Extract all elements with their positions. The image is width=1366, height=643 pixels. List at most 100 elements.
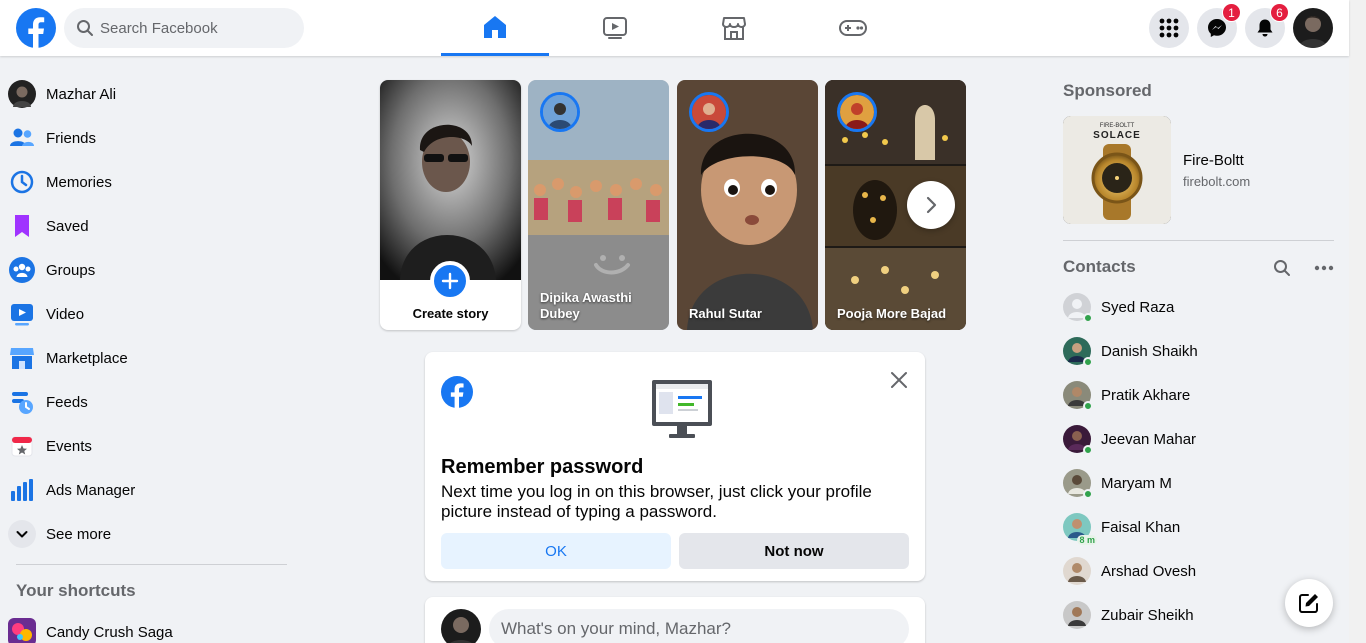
shortcut-candy-crush[interactable]: Candy Crush Saga [8, 610, 278, 643]
create-story-plus-icon[interactable] [430, 261, 470, 301]
grid-menu-icon [1159, 18, 1179, 38]
avatar [1063, 425, 1093, 455]
contact-item[interactable]: Jeevan Mahar [1063, 417, 1333, 461]
candy-crush-icon [8, 618, 36, 643]
messenger-icon [1208, 19, 1226, 37]
contact-item[interactable]: Pratik Akhare [1063, 373, 1333, 417]
ad-brand-text: FIRE-BOLTT [1100, 123, 1135, 129]
search-icon [1274, 260, 1290, 276]
right-divider [1063, 240, 1334, 241]
account-avatar[interactable] [1293, 8, 1333, 48]
close-button[interactable] [887, 368, 911, 392]
tab-gaming[interactable] [799, 0, 907, 56]
sidebar-item-groups[interactable]: Groups [8, 248, 278, 292]
sidebar-item-label: Marketplace [46, 349, 128, 367]
contact-name: Syed Raza [1101, 298, 1175, 316]
story-author-avatar [540, 92, 580, 132]
contacts-search-button[interactable] [1270, 256, 1294, 280]
story-card[interactable]: Rahul Sutar [677, 80, 818, 330]
close-icon [891, 372, 907, 388]
avatar [1063, 469, 1093, 499]
story-author-name: Dipika Awasthi Dubey [540, 290, 632, 321]
sidebar-item-label: See more [46, 525, 112, 543]
home-icon [484, 15, 506, 38]
video-icon [603, 17, 627, 39]
story-author-avatar [689, 92, 729, 132]
gaming-icon [839, 20, 867, 36]
sidebar-item-events[interactable]: Events [8, 424, 278, 468]
groups-icon [8, 256, 36, 284]
notifications-badge: 6 [1270, 3, 1289, 22]
contact-item[interactable]: Syed Raza [1063, 285, 1333, 329]
sidebar-item-memories[interactable]: Memories [8, 160, 278, 204]
avatar [1063, 557, 1091, 585]
remember-password-title: Remember password [441, 456, 644, 478]
sidebar-item-label: Mazhar Ali [46, 85, 117, 103]
ad-product-text: SOLACE [1093, 130, 1141, 141]
avatar [1063, 293, 1093, 323]
post-composer: What's on your mind, Mazhar? [425, 597, 925, 643]
sidebar-item-label: Ads Manager [46, 481, 136, 499]
chevron-right-icon [926, 196, 937, 214]
stories-next-button[interactable] [907, 181, 955, 229]
sidebar-item-label: Memories [46, 173, 112, 191]
avatar [1063, 381, 1093, 411]
sidebar-item-see-more[interactable]: See more [8, 512, 278, 556]
tab-home[interactable] [441, 0, 549, 56]
avatar[interactable] [441, 609, 481, 643]
online-indicator [1083, 401, 1093, 411]
ad-name: Fire-Boltt [1183, 152, 1244, 169]
messenger-button[interactable]: 1 [1197, 3, 1241, 48]
contacts-options-button[interactable] [1311, 256, 1337, 280]
memories-icon [8, 168, 36, 196]
sidebar-item-marketplace[interactable]: Marketplace [8, 336, 278, 380]
contact-item[interactable]: 8 m Faisal Khan [1063, 505, 1333, 549]
more-options-icon [1314, 265, 1334, 271]
tab-video[interactable] [561, 0, 669, 56]
shortcuts-heading: Your shortcuts [16, 581, 136, 600]
create-story-label: Create story [412, 306, 489, 321]
remember-password-body: Next time you log in on this browser, ju… [441, 482, 872, 521]
sidebar-item-label: Feeds [46, 393, 88, 411]
page-scrollbar[interactable] [1349, 0, 1366, 643]
remember-password-card: Remember password Next time you log in o… [425, 352, 925, 581]
create-story-card[interactable]: Create story [380, 80, 521, 330]
notifications-button[interactable]: 6 [1245, 3, 1289, 48]
new-message-button[interactable] [1285, 579, 1333, 627]
ad-domain: firebolt.com [1183, 174, 1251, 189]
contact-name: Zubair Sheikh [1101, 606, 1194, 624]
tab-marketplace[interactable] [680, 0, 788, 56]
events-icon [8, 432, 36, 460]
story-card[interactable]: Dipika Awasthi Dubey [528, 80, 669, 330]
sidebar-item-saved[interactable]: Saved [8, 204, 278, 248]
avatar [1063, 337, 1093, 367]
marketplace-icon [722, 17, 746, 40]
not-now-button[interactable]: Not now [679, 533, 909, 569]
contacts-heading: Contacts [1063, 257, 1136, 276]
ok-button[interactable]: OK [441, 533, 671, 569]
sponsored-ad[interactable]: FIRE-BOLTT SOLACE Fire-Boltt firebolt.co… [1063, 116, 1333, 224]
online-indicator [1083, 313, 1093, 323]
sidebar-item-ads-manager[interactable]: Ads Manager [8, 468, 278, 512]
sidebar-item-label: Friends [46, 129, 97, 147]
sidebar-item-feeds[interactable]: Feeds [8, 380, 278, 424]
contact-name: Danish Shaikh [1101, 342, 1198, 360]
facebook-logo-icon [441, 376, 473, 408]
online-indicator [1083, 489, 1093, 499]
facebook-logo-icon[interactable] [16, 8, 56, 48]
contact-item[interactable]: Danish Shaikh [1063, 329, 1333, 373]
search-bar[interactable] [64, 8, 304, 48]
search-icon [77, 20, 93, 36]
search-input[interactable] [98, 8, 294, 48]
bell-icon [1257, 19, 1273, 37]
contact-item[interactable]: Maryam M [1063, 461, 1333, 505]
sidebar-item-video[interactable]: Video [8, 292, 278, 336]
avatar: 8 m [1063, 513, 1097, 545]
online-indicator [1083, 445, 1093, 455]
sidebar-item-profile[interactable]: Mazhar Ali [8, 72, 278, 116]
sidebar-item-friends[interactable]: Friends [8, 116, 278, 160]
create-story-photo [380, 80, 521, 280]
menu-button[interactable] [1149, 8, 1189, 48]
whats-on-your-mind-input[interactable]: What's on your mind, Mazhar? [489, 609, 909, 643]
contact-name: Pratik Akhare [1101, 386, 1191, 404]
